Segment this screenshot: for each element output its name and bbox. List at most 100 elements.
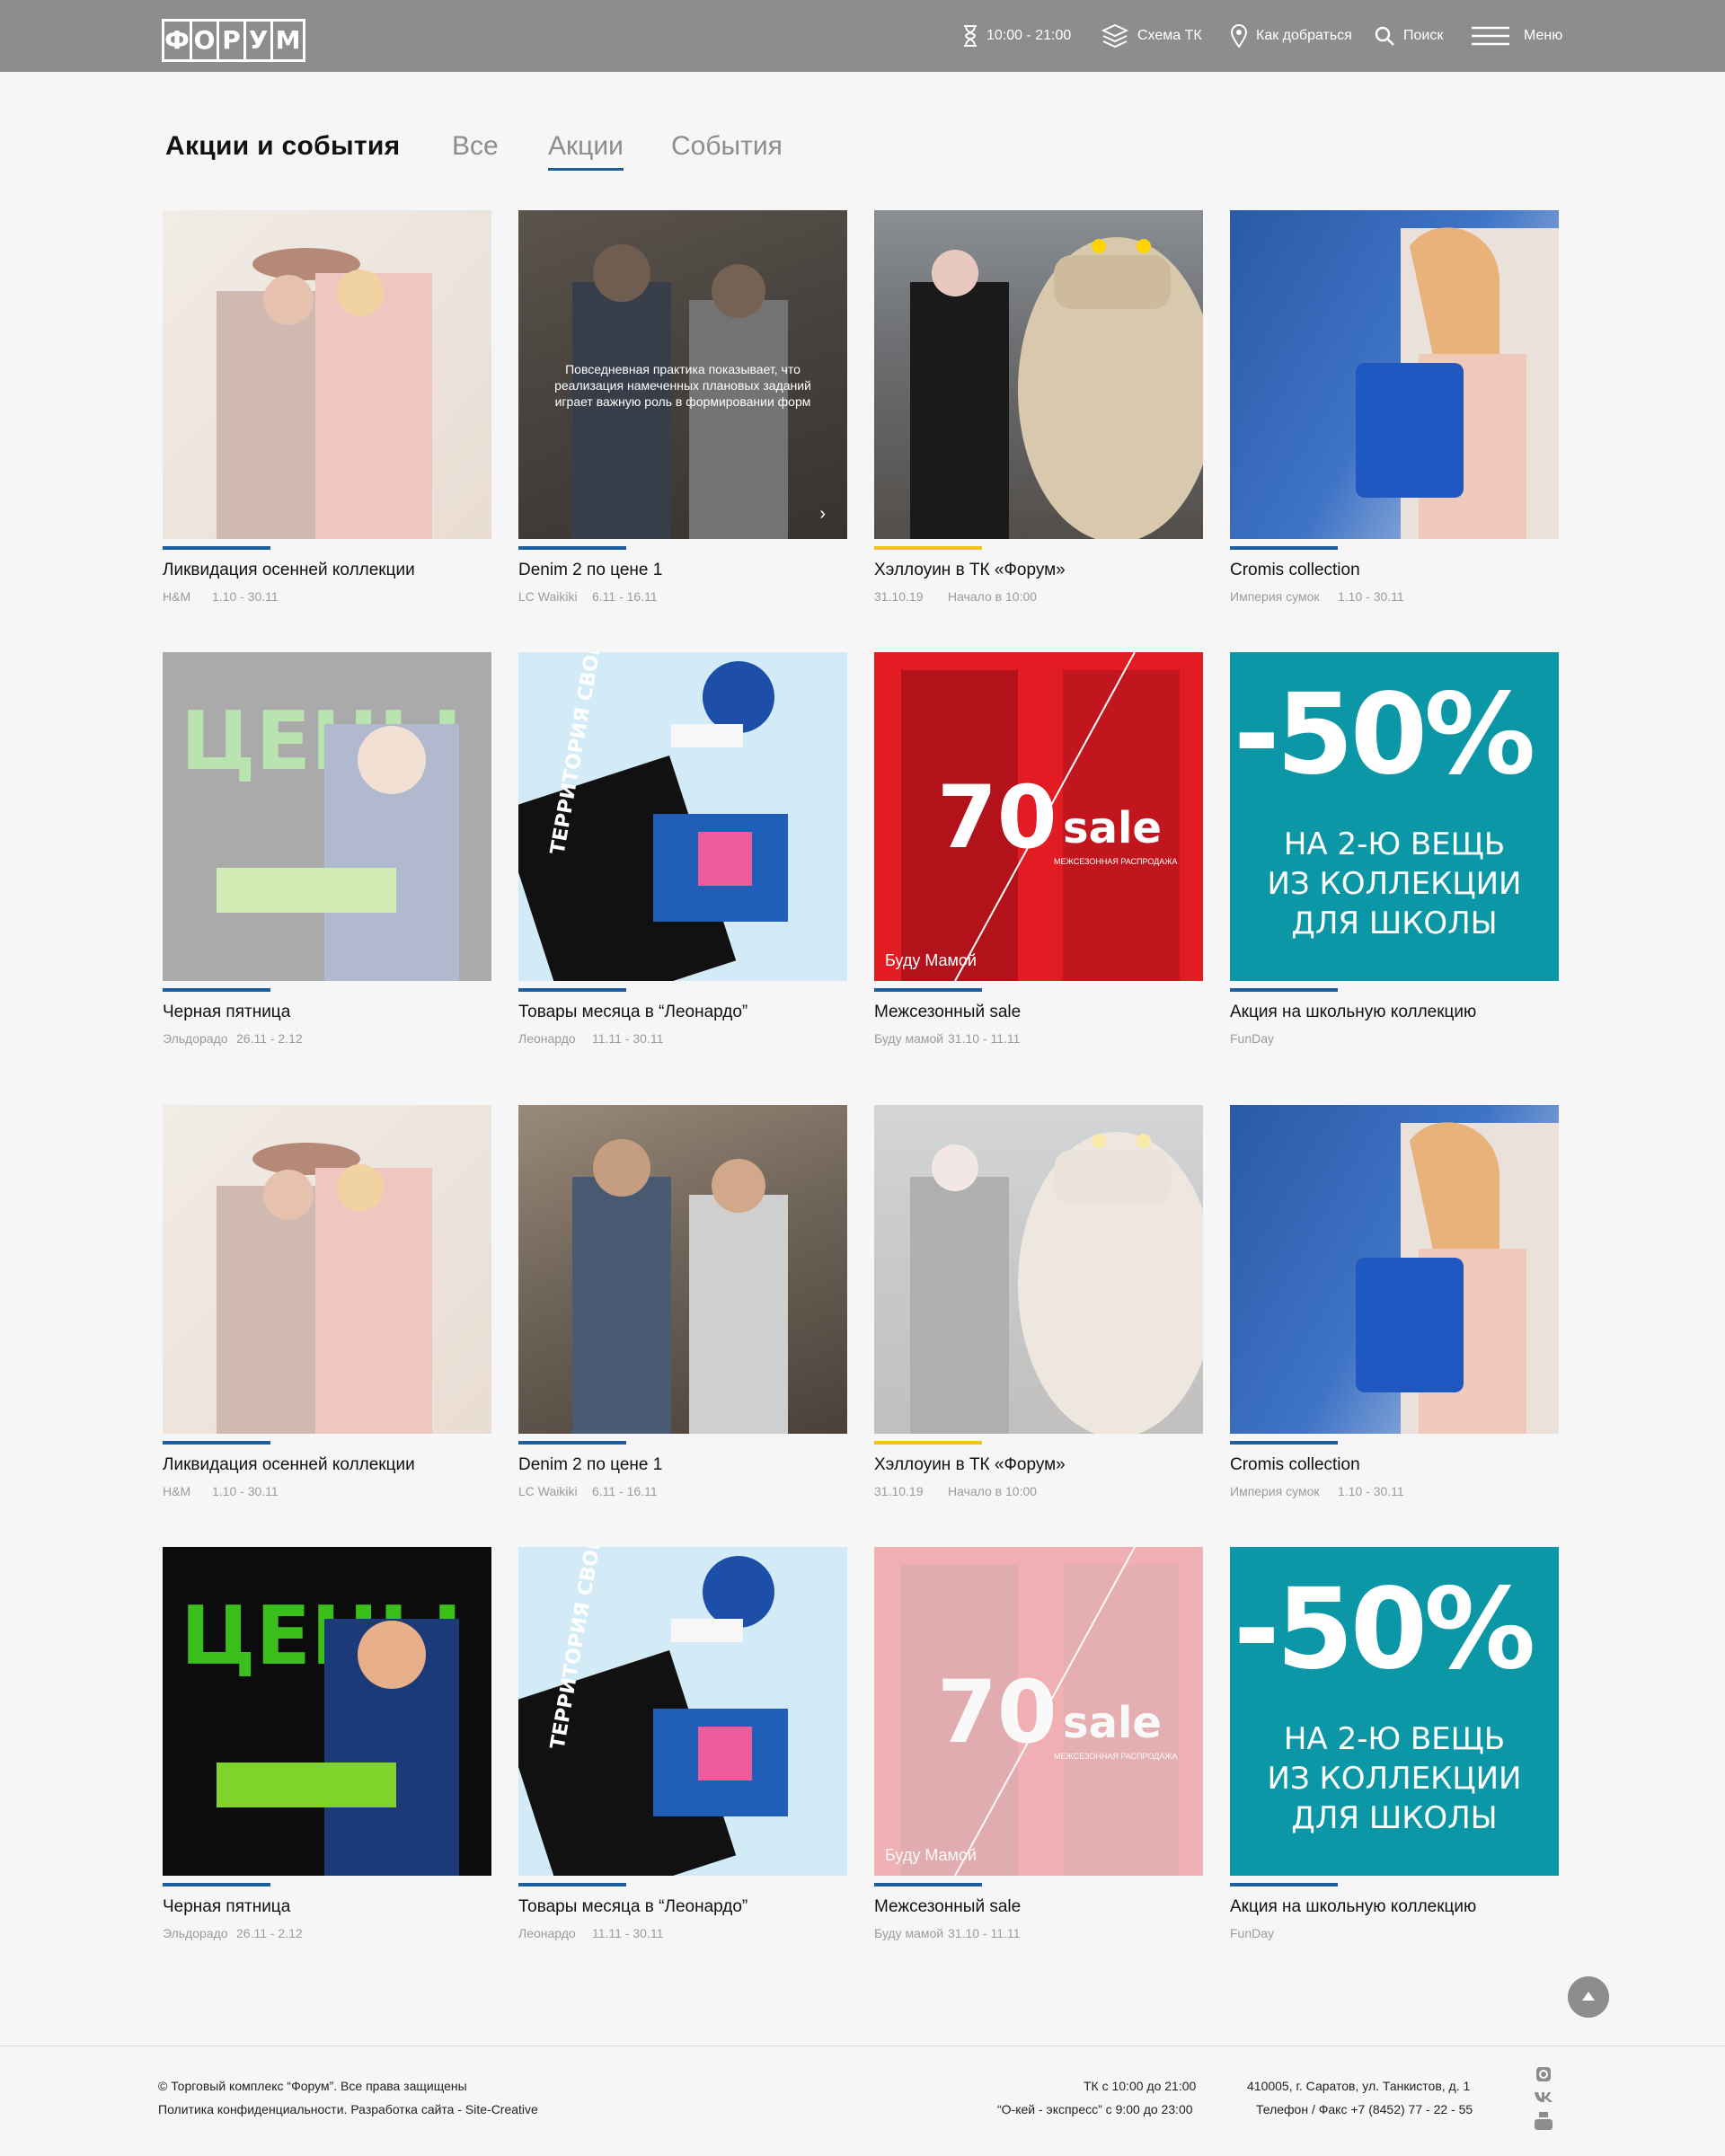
scheme-link[interactable]: Схема ТК (1101, 22, 1202, 50)
card-title[interactable]: Ликвидация осенней коллекции (163, 561, 415, 580)
card-image: 70 sale МЕЖСЕЗОННАЯ РАСПРОДАЖА Буду Мамо… (874, 652, 1203, 981)
accent-bar (874, 988, 982, 992)
promo-card[interactable]: ЦЕНЫ Черная пятница Эльдорадо 26.11 - 2.… (163, 1547, 491, 1978)
accent-bar (1230, 1883, 1338, 1886)
denim-photo (572, 1139, 788, 1434)
card-title[interactable]: Ликвидация осенней коллекции (163, 1455, 415, 1475)
card-title[interactable]: Хэллоуин в ТК «Форум» (874, 561, 1066, 580)
directions-link[interactable]: Как добраться (1231, 22, 1352, 50)
logo-letter: Р (217, 19, 246, 62)
card-title[interactable]: Акция на школьную коллекцию (1230, 1003, 1476, 1022)
hours-text: 10:00 - 21:00 (986, 28, 1072, 43)
promo-card[interactable]: ЦЕНЫ Черная пятница Эльдорадо 26.11 - 2.… (163, 652, 491, 1083)
card-title[interactable]: Хэллоуин в ТК «Форум» (874, 1455, 1066, 1475)
halloween-photo (910, 1132, 1203, 1434)
promo-card[interactable]: Cromis collection Империя сумок 1.10 - 3… (1230, 1105, 1559, 1536)
logo-letter: У (243, 19, 273, 62)
sale-number: 70 (937, 1662, 1057, 1763)
search-button[interactable]: Поиск (1375, 22, 1443, 50)
youtube-icon[interactable] (1534, 2111, 1553, 2131)
sale-number: 70 (937, 767, 1057, 868)
sale-brand: Буду Мамой (885, 1846, 977, 1864)
tab-all[interactable]: Все (452, 131, 499, 162)
card-title[interactable]: Межсезонный sale (874, 1897, 1021, 1917)
card-store: Леонардо (518, 1926, 576, 1940)
promo-card[interactable]: Denim 2 по цене 1 LC Waikiki 6.11 - 16.1… (518, 1105, 847, 1536)
card-image: -50% НА 2-Ю ВЕЩЬ ИЗ КОЛЛЕКЦИИ ДЛЯ ШКОЛЫ (1230, 652, 1559, 981)
footer-links[interactable]: Политика конфиденциальности. Разработка … (158, 2102, 538, 2116)
promo-card[interactable]: -50% НА 2-Ю ВЕЩЬ ИЗ КОЛЛЕКЦИИ ДЛЯ ШКОЛЫ … (1230, 652, 1559, 1083)
card-image: 70 sale МЕЖСЕЗОННАЯ РАСПРОДАЖА Буду Мамо… (874, 1547, 1203, 1876)
forum-logo[interactable]: Ф О Р У М (162, 19, 305, 62)
event-card[interactable]: Хэллоуин в ТК «Форум» 31.10.19 Начало в … (874, 1105, 1203, 1536)
promo-card[interactable]: Ликвидация осенней коллекции H&M 1.10 - … (163, 210, 491, 641)
card-store: Леонардо (518, 1031, 576, 1046)
footer-hours-express: “О-кей - экспресс” с 9:00 до 23:00 (997, 2102, 1193, 2116)
vk-icon[interactable] (1534, 2090, 1553, 2103)
search-icon (1375, 26, 1394, 46)
promo-card[interactable]: Ликвидация осенней коллекции H&M 1.10 - … (163, 1105, 491, 1536)
promo-card[interactable]: Повседневная практика показывает, что ре… (518, 210, 847, 641)
card-store: LC Waikiki (518, 1484, 578, 1498)
card-title[interactable]: Denim 2 по цене 1 (518, 1455, 662, 1475)
card-image: ТЕРРИТОРИЯ СВОБОДНЫХ ИДЕЙ (518, 1547, 847, 1876)
accent-bar (518, 546, 626, 550)
card-title[interactable]: Cromis collection (1230, 1455, 1360, 1475)
accent-bar (874, 546, 982, 550)
sale-brand: Буду Мамой (885, 951, 977, 969)
card-image: Повседневная практика показывает, что ре… (518, 210, 847, 539)
card-title[interactable]: Товары месяца в “Леонардо” (518, 1003, 748, 1022)
accent-bar (518, 1883, 626, 1886)
tab-events[interactable]: События (671, 131, 783, 162)
card-title[interactable]: Denim 2 по цене 1 (518, 561, 662, 580)
footer-copyright: © Торговый комплекс “Форум”. Все права з… (158, 2079, 467, 2093)
card-store: Эльдорадо (163, 1926, 228, 1940)
card-title[interactable]: Акция на школьную коллекцию (1230, 1897, 1476, 1917)
logo-letter: Ф (162, 19, 192, 62)
bag-photo (1356, 1122, 1559, 1434)
discount-line: ДЛЯ ШКОЛЫ (1291, 1800, 1498, 1836)
sale-word: sale (1063, 803, 1162, 853)
price-word-text: ЦЕНЫ (181, 694, 463, 789)
card-image: ЦЕНЫ (163, 1547, 491, 1876)
card-dates: 31.10 - 11.11 (948, 1926, 1021, 1940)
chevron-right-icon[interactable]: › (819, 504, 826, 525)
scroll-top-button[interactable] (1568, 1976, 1609, 2018)
accent-bar (874, 1441, 982, 1445)
instagram-icon[interactable] (1535, 2066, 1552, 2082)
card-store: Буду мамой (874, 1031, 944, 1046)
accent-bar (163, 988, 270, 992)
accent-bar (163, 1883, 270, 1886)
card-dates: 26.11 - 2.12 (236, 1926, 303, 1940)
promo-card[interactable]: 70 sale МЕЖСЕЗОННАЯ РАСПРОДАЖА Буду Мамо… (874, 652, 1203, 1083)
discount-line: НА 2-Ю ВЕЩЬ (1283, 826, 1506, 862)
menu-label: Меню (1524, 28, 1563, 43)
directions-label: Как добраться (1256, 28, 1352, 43)
promo-card[interactable]: ТЕРРИТОРИЯ СВОБОДНЫХ ИДЕЙ Товары месяца … (518, 1547, 847, 1978)
event-card[interactable]: Хэллоуин в ТК «Форум» 31.10.19 Начало в … (874, 210, 1203, 641)
discount-line: ИЗ КОЛЛЕКЦИИ (1267, 866, 1522, 902)
promo-card[interactable]: 70 sale МЕЖСЕЗОННАЯ РАСПРОДАЖА Буду Мамо… (874, 1547, 1203, 1978)
menu-button[interactable]: Меню (1472, 22, 1562, 50)
card-title[interactable]: Товары месяца в “Леонардо” (518, 1897, 748, 1917)
card-dates: 1.10 - 30.11 (212, 589, 279, 604)
card-dates: 26.11 - 2.12 (236, 1031, 303, 1046)
arrow-up-icon (1582, 1992, 1595, 2001)
bag-photo (1356, 227, 1559, 539)
card-title[interactable]: Межсезонный sale (874, 1003, 1021, 1022)
card-title[interactable]: Cromis collection (1230, 561, 1360, 580)
card-title[interactable]: Черная пятница (163, 1897, 290, 1917)
accent-bar (518, 988, 626, 992)
tab-promotions[interactable]: Акции (548, 131, 624, 162)
card-store: LC Waikiki (518, 589, 578, 604)
card-image: ТЕРРИТОРИЯ СВОБОДНЫХ ИДЕЙ (518, 652, 847, 981)
card-store: Буду мамой (874, 1926, 944, 1940)
discount-line: ДЛЯ ШКОЛЫ (1291, 906, 1498, 941)
card-overlay-text: Повседневная практика показывает, что ре… (554, 362, 811, 409)
promo-card[interactable]: -50% НА 2-Ю ВЕЩЬ ИЗ КОЛЛЕКЦИИ ДЛЯ ШКОЛЫ … (1230, 1547, 1559, 1978)
card-dates: 11.11 - 30.11 (592, 1031, 664, 1046)
card-title[interactable]: Черная пятница (163, 1003, 290, 1022)
promo-card[interactable]: Cromis collection Империя сумок 1.10 - 3… (1230, 210, 1559, 641)
promo-card[interactable]: ТЕРРИТОРИЯ СВОБОДНЫХ ИДЕЙ Товары месяца … (518, 652, 847, 1083)
footer-phone: Телефон / Факс +7 (8452) 77 - 22 - 55 (1256, 2102, 1473, 2116)
